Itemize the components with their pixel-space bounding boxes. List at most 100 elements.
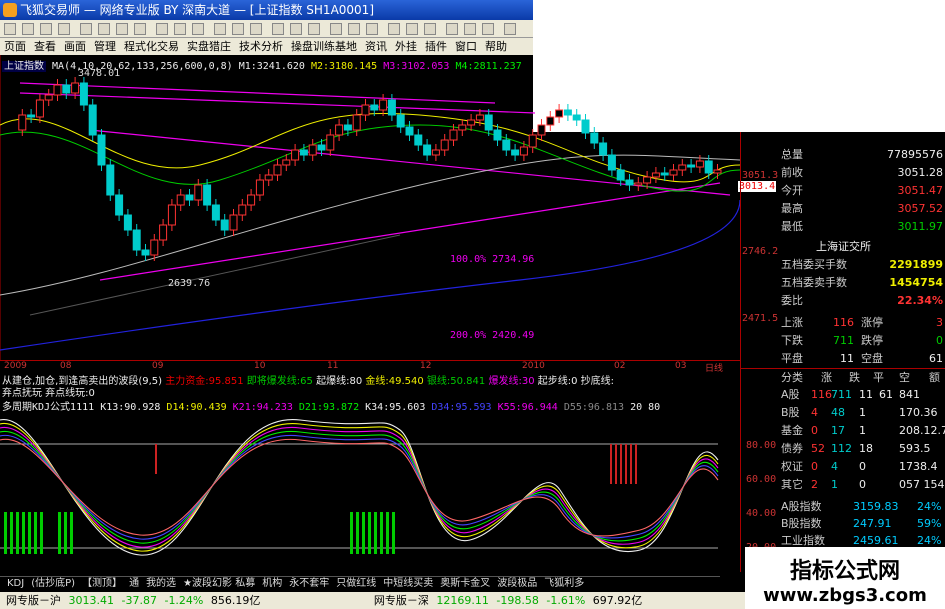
menu-item[interactable]: 外挂 (395, 40, 417, 53)
table-cell: 18 (859, 442, 873, 455)
table-cell: 1738.4 (899, 460, 938, 473)
candle (687, 164, 696, 168)
menu-item[interactable]: 窗口 (455, 40, 477, 53)
sh-pct: -1.24% (164, 594, 204, 607)
x-axis-label: 12 (420, 361, 432, 371)
red-signal-bar (620, 444, 622, 484)
menu-item[interactable]: 资讯 (365, 40, 387, 53)
green-signal-bar (374, 512, 377, 554)
green-signal-bar (392, 512, 395, 554)
toolbar-icon[interactable] (250, 23, 262, 35)
toolbar-icon[interactable] (330, 23, 342, 35)
kdj-chart[interactable] (0, 400, 740, 570)
candle (669, 169, 678, 176)
candle (326, 134, 335, 151)
menu-item[interactable]: 插件 (425, 40, 447, 53)
toolbar-icon[interactable] (348, 23, 360, 35)
toolbar-icon[interactable] (214, 23, 226, 35)
trend-line (29, 234, 401, 316)
toolbar-icon[interactable] (308, 23, 320, 35)
app-icon (3, 3, 17, 17)
candle (361, 104, 370, 116)
toolbar-icon[interactable] (134, 23, 146, 35)
indicator-tab[interactable]: 飞狐利多 (544, 578, 584, 589)
menu-item[interactable]: 操盘训练基地 (291, 40, 357, 53)
indicator-tab[interactable]: 通 (129, 578, 139, 589)
updown-value: 0 (936, 334, 943, 347)
toolbar-icon[interactable] (232, 23, 244, 35)
indicator-tab[interactable]: (估抄底P) (31, 578, 75, 589)
candle (502, 139, 511, 151)
candle (106, 164, 115, 196)
indicator-tab[interactable]: 奥斯卡金叉 (440, 578, 490, 589)
toolbar-icon[interactable] (98, 23, 110, 35)
toolbar-icon[interactable] (40, 23, 52, 35)
toolbar-icon[interactable] (290, 23, 302, 35)
toolbar-icon[interactable] (192, 23, 204, 35)
indicator-tab[interactable]: ★波段幻影 私募 (183, 578, 255, 589)
red-signal-bar (155, 444, 157, 474)
toolbar-icon[interactable] (22, 23, 34, 35)
toolbar-icon[interactable] (4, 23, 16, 35)
indicator-tab[interactable]: 永不套牢 (289, 578, 329, 589)
indicator-tab[interactable]: 只做红线 (336, 578, 376, 589)
candle (35, 99, 44, 118)
menu-item[interactable]: 帮助 (485, 40, 507, 53)
window-title: 飞狐交易师 — 网络专业版 BY 深南大道 — [上证指数 SH1A0001] (20, 3, 374, 17)
indicator-tab[interactable]: 【测顶】 (82, 578, 122, 589)
candlestick-chart[interactable] (0, 55, 740, 360)
toolbar-icon[interactable] (116, 23, 128, 35)
candle (625, 179, 634, 186)
updown-value: 116 (833, 316, 854, 329)
toolbar-icon[interactable] (272, 23, 284, 35)
toolbar-icon[interactable] (482, 23, 494, 35)
quote-label: 五档委卖手数 (781, 276, 847, 289)
sh-amount: 856.19亿 (210, 594, 261, 607)
menu-bar: 页面 查看 画面 管理 程式化交易 实盘猎庄 技术分析 操盘训练基地 资讯 外挂 插件 窗口 帮助 (0, 38, 533, 55)
toolbar-icon[interactable] (80, 23, 92, 35)
index-value: 3159.83 (853, 500, 899, 513)
candle (387, 99, 396, 116)
toolbar-icon[interactable] (174, 23, 186, 35)
toolbar-icon[interactable] (388, 23, 400, 35)
toolbar-icon[interactable] (464, 23, 476, 35)
indicator-tab[interactable]: 波段极品 (497, 578, 537, 589)
toolbar-icon[interactable] (366, 23, 378, 35)
toolbar-icon[interactable] (446, 23, 458, 35)
toolbar-icon[interactable] (156, 23, 168, 35)
green-signal-bar (64, 512, 67, 554)
menu-item[interactable]: 管理 (94, 40, 116, 53)
menu-item[interactable]: 查看 (34, 40, 56, 53)
index-pct: 59% (917, 517, 942, 530)
index-name: B股指数 (781, 517, 822, 530)
green-signal-bar (70, 512, 73, 554)
menu-item[interactable]: 实盘猎庄 (187, 40, 231, 53)
indicator-tab[interactable]: 中短线买卖 (383, 578, 433, 589)
toolbar-icon[interactable] (406, 23, 418, 35)
sz-label: 网专版－深 (373, 594, 429, 607)
menu-item[interactable]: 程式化交易 (124, 40, 179, 53)
candle (150, 239, 159, 256)
green-signal-bar (4, 512, 7, 554)
menu-item[interactable]: 画面 (64, 40, 86, 53)
menu-item[interactable]: 页面 (4, 40, 26, 53)
candle (62, 84, 71, 94)
toolbar-icon[interactable] (504, 23, 516, 35)
candle (167, 204, 176, 226)
candle (431, 149, 440, 156)
indicator-tab[interactable]: 我的选 (146, 578, 176, 589)
toolbar (0, 20, 533, 38)
candle (467, 119, 476, 126)
indicator-tab[interactable]: KDJ (7, 578, 24, 589)
table-cell: 17 (831, 424, 845, 437)
candle (616, 169, 625, 181)
trend-line (19, 82, 496, 104)
table-cell: 61 (879, 388, 893, 401)
indicator-value: 金线:49.540 (362, 376, 424, 387)
menu-item[interactable]: 技术分析 (239, 40, 283, 53)
quote-row: 今开 3051.47 (741, 182, 945, 199)
toolbar-icon[interactable] (58, 23, 70, 35)
indicator-tab[interactable]: 机构 (262, 578, 282, 589)
table-row: 其它 2 1 0 057 154 (741, 476, 945, 493)
toolbar-icon[interactable] (424, 23, 436, 35)
